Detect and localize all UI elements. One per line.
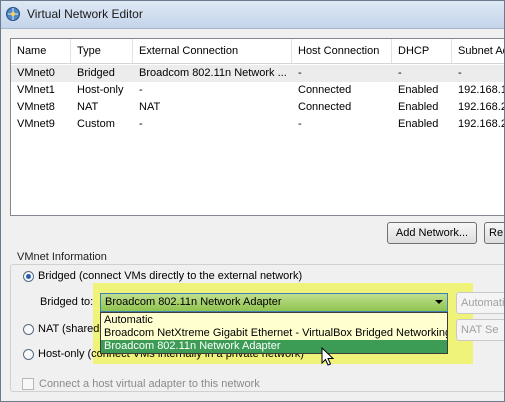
cell-subnet: - [458,67,462,79]
cell-name: VMnet8 [17,101,55,113]
cell-name: VMnet0 [17,67,55,79]
nat-settings-button[interactable]: NAT Se [456,319,504,341]
cell-subnet: 192.168.1 [458,84,505,96]
vmnet-information-label: VMnet Information [14,251,110,263]
connect-host-adapter-label[interactable]: Connect a host virtual adapter to this n… [39,378,260,390]
add-network-button[interactable]: Add Network... [387,222,477,244]
chevron-down-icon[interactable] [435,300,443,304]
connect-host-adapter-checkbox[interactable] [22,378,34,390]
bridged-to-dropdown-list[interactable]: Automatic Broadcom NetXtreme Gigabit Eth… [100,312,448,354]
cell-name: VMnet1 [17,84,55,96]
nat-radio-label[interactable]: NAT (shared [38,323,99,335]
cell-host-connection: - [298,118,302,130]
host-only-radio[interactable] [23,349,34,360]
column-header-dhcp[interactable]: DHCP [392,39,452,63]
bridged-radio-label[interactable]: Bridged (connect VMs directly to the ext… [38,270,302,282]
bridged-to-select[interactable]: Broadcom 802.11n Network Adapter [100,293,448,312]
column-header-type[interactable]: Type [71,39,133,63]
remove-network-button[interactable]: Re [484,222,504,244]
dropdown-option-wifi-adapter[interactable]: Broadcom 802.11n Network Adapter [101,340,447,353]
dropdown-option-automatic[interactable]: Automatic [101,314,447,327]
network-list[interactable]: Name Type External Connection Host Conne… [10,38,505,216]
cell-external-connection: Broadcom 802.11n Network ... [139,67,287,79]
title-bar: Virtual Network Editor [1,1,504,29]
cell-host-connection: Connected [298,84,352,96]
automatic-settings-button[interactable]: Automatic [456,292,504,314]
virtual-network-editor-window: Virtual Network Editor Name Type Externa… [0,0,505,402]
cell-type: NAT [77,101,99,113]
cell-dhcp: - [398,67,402,79]
network-editor-icon [6,7,20,21]
mouse-pointer-icon [321,347,335,366]
cell-external-connection: NAT [139,101,161,113]
cell-dhcp: Enabled [398,101,439,113]
cell-type: Custom [77,118,115,130]
column-header-external-connection[interactable]: External Connection [133,39,292,63]
cell-name: VMnet9 [17,118,55,130]
cell-external-connection: - [139,84,143,96]
cell-host-connection: Connected [298,101,352,113]
table-row[interactable]: VMnet9 Custom - - Enabled 192.168.2 [11,116,505,133]
bridged-to-label: Bridged to: [40,296,94,308]
column-header-host-connection[interactable]: Host Connection [292,39,392,63]
table-row[interactable]: VMnet8 NAT NAT Connected Enabled 192.168… [11,99,505,116]
cell-type: Bridged [77,67,115,79]
cell-type: Host-only [77,84,124,96]
column-header-name[interactable]: Name [11,39,71,63]
cell-subnet: 192.168.2 [458,118,505,130]
cell-subnet: 192.168.2 [458,101,505,113]
table-row[interactable]: VMnet1 Host-only - Connected Enabled 192… [11,82,505,99]
window-title: Virtual Network Editor [27,7,143,21]
cell-host-connection: - [298,67,302,79]
cell-dhcp: Enabled [398,84,439,96]
cell-external-connection: - [139,118,143,130]
bridged-to-selected-value: Broadcom 802.11n Network Adapter [105,296,282,308]
list-header: Name Type External Connection Host Conne… [11,39,504,64]
table-row[interactable]: VMnet0 Bridged Broadcom 802.11n Network … [11,65,504,82]
nat-radio[interactable] [23,324,34,335]
cell-dhcp: Enabled [398,118,439,130]
bridged-radio[interactable] [23,271,34,282]
dropdown-option-gigabit-ethernet[interactable]: Broadcom NetXtreme Gigabit Ethernet - Vi… [101,327,447,340]
column-header-subnet[interactable]: Subnet Ad [452,39,504,63]
